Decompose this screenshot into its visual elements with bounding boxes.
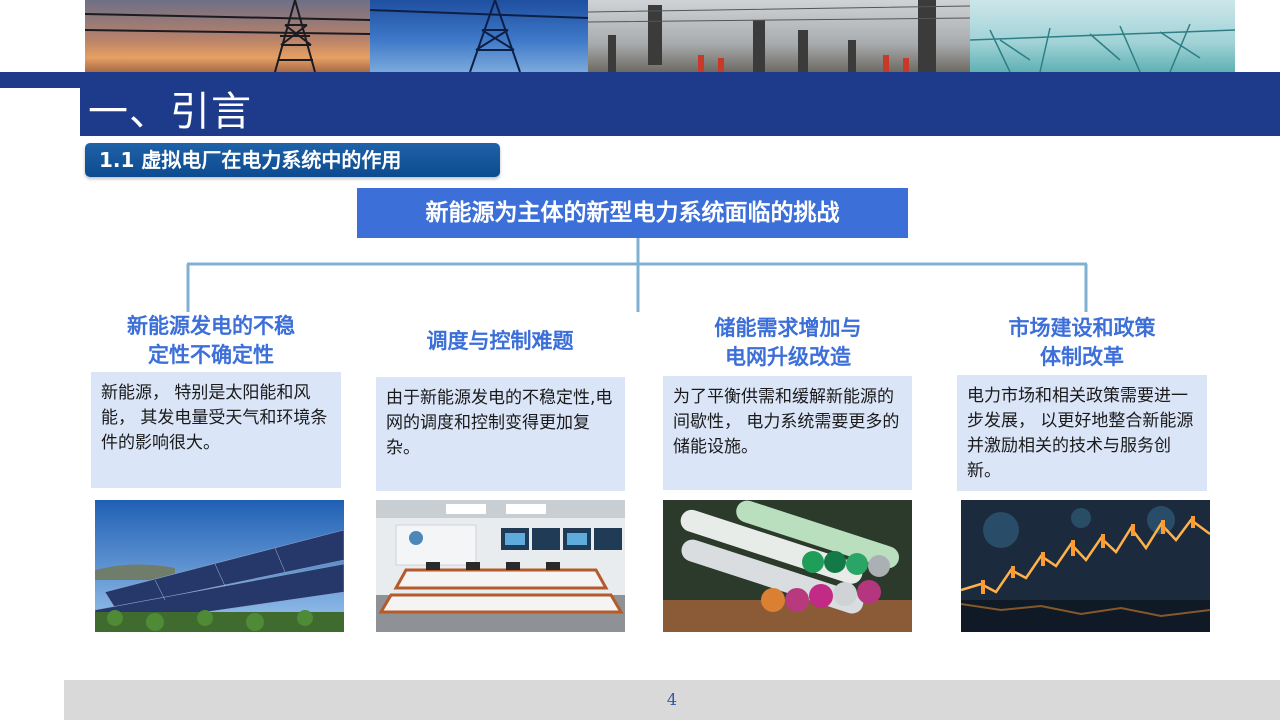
- solar-panels-image: [95, 500, 344, 632]
- column-1-heading-line-2: 定性不确定性: [148, 343, 274, 367]
- column-1-heading-line-1: 新能源发电的不稳: [127, 314, 295, 338]
- column-2-heading-line-1: 调度与控制难题: [426, 329, 574, 353]
- page-number: 4: [666, 690, 678, 709]
- column-3-heading-line-1: 储能需求增加与: [714, 316, 862, 340]
- market-chart-image: [961, 500, 1210, 632]
- column-4-heading-line-1: 市场建设和政策: [1008, 316, 1156, 340]
- column-4-description: 电力市场和相关政策需要进一步发展， 以更好地整合新能源并激励相关的技术与服务创新…: [957, 375, 1207, 491]
- column-2-heading: 调度与控制难题: [380, 327, 620, 356]
- column-1-description: 新能源， 特别是太阳能和风能， 其发电量受天气和环境条件的影响很大。: [91, 372, 341, 488]
- footer-bar: 4: [64, 680, 1280, 720]
- column-4-heading-line-2: 体制改革: [1040, 345, 1124, 369]
- column-3-description: 为了平衡供需和缓解新能源的间歇性， 电力系统需要更多的储能设施。: [663, 376, 912, 490]
- batteries-image: [663, 500, 912, 632]
- column-2-description: 由于新能源发电的不稳定性,电网的调度和控制变得更加复杂。: [376, 377, 625, 491]
- column-3-heading: 储能需求增加与 电网升级改造: [664, 314, 912, 372]
- column-1-heading: 新能源发电的不稳 定性不确定性: [96, 312, 326, 370]
- column-3-heading-line-2: 电网升级改造: [725, 345, 851, 369]
- column-4-heading: 市场建设和政策 体制改革: [962, 314, 1202, 372]
- control-room-image: [376, 500, 625, 632]
